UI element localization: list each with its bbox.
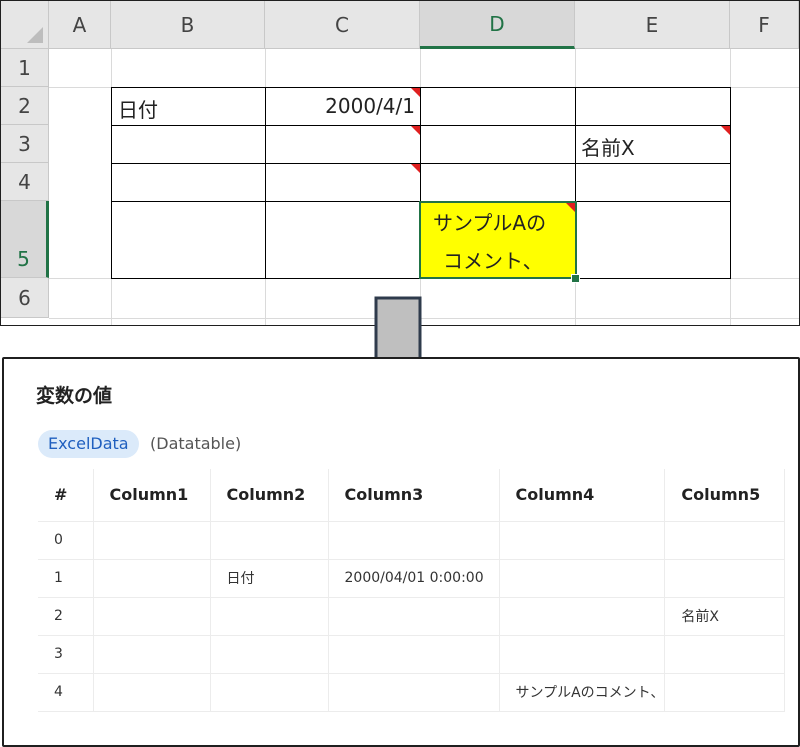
table-cell	[499, 521, 666, 560]
table-cell	[328, 673, 500, 712]
comment-marker-icon	[411, 88, 420, 97]
table-cell	[664, 559, 786, 598]
row-header-4[interactable]: 4	[1, 163, 49, 201]
row-header-1[interactable]: 1	[1, 49, 49, 87]
column-header[interactable]: Column3	[328, 469, 500, 522]
table-row: 2 名前X	[38, 597, 786, 636]
table-row: 0	[38, 521, 786, 560]
comment-marker-icon	[721, 126, 730, 135]
table-header-row: # Column1 Column2 Column3 Column4 Column…	[38, 469, 786, 522]
column-header[interactable]: Column5	[664, 469, 786, 522]
row-header-2[interactable]: 2	[1, 87, 49, 125]
column-header-b[interactable]: B	[111, 1, 265, 49]
cell-c5[interactable]	[265, 201, 421, 279]
table-cell: 4	[38, 673, 94, 712]
column-header[interactable]: Column4	[499, 469, 666, 522]
cell-e3[interactable]: 名前X	[575, 125, 731, 164]
fill-handle[interactable]	[571, 274, 580, 283]
column-header-e[interactable]: E	[575, 1, 730, 49]
cell-e4[interactable]	[575, 163, 731, 202]
cell-d2[interactable]	[420, 87, 576, 126]
variable-type-label: (Datatable)	[150, 434, 242, 453]
table-row: 1 日付 2000/04/01 0:00:00	[38, 559, 786, 598]
select-all-corner[interactable]	[1, 1, 49, 49]
table-row: 3	[38, 635, 786, 674]
table-cell	[499, 597, 666, 636]
cell-b3[interactable]	[111, 125, 266, 164]
cell-e3-text: 名前X	[581, 136, 635, 160]
table-cell	[664, 673, 786, 712]
cell-d5-text-line1: サンプルAの	[433, 211, 547, 235]
cell-d4[interactable]	[420, 163, 576, 202]
table-cell: 0	[38, 521, 94, 560]
table-cell	[664, 521, 786, 560]
table-cell: 3	[38, 635, 94, 674]
table-cell: 名前X	[664, 597, 786, 636]
table-cell: サンプルAのコメント、	[499, 673, 666, 712]
row-header-5[interactable]: 5	[1, 201, 49, 278]
variable-name-chip[interactable]: ExcelData	[38, 430, 139, 458]
column-header-c[interactable]: C	[265, 1, 420, 49]
excel-sheet: A B C D E F 1 2 3 4 5 6 日付 2000/4/1 名前X	[0, 0, 800, 326]
column-header-f[interactable]: F	[730, 1, 799, 49]
cell-b5[interactable]	[111, 201, 266, 279]
comment-marker-icon	[411, 164, 420, 173]
cell-e2[interactable]	[575, 87, 731, 126]
table-cell: 日付	[210, 559, 329, 598]
table-cell	[210, 635, 329, 674]
cell-c2[interactable]: 2000/4/1	[265, 87, 421, 126]
table-cell: 2000/04/01 0:00:00	[328, 559, 500, 598]
table-cell	[499, 635, 666, 674]
table-cell	[328, 521, 500, 560]
cell-b4[interactable]	[111, 163, 266, 202]
panel-title: 変数の値	[36, 385, 113, 407]
variable-value-panel: 変数の値 ExcelData (Datatable) # Column1 Col…	[2, 357, 800, 747]
table-cell	[210, 597, 329, 636]
cell-c2-text: 2000/4/1	[325, 94, 415, 118]
table-cell	[93, 521, 211, 560]
table-cell	[499, 559, 666, 598]
table-cell	[93, 597, 211, 636]
table-cell	[93, 635, 211, 674]
cell-b2[interactable]: 日付	[111, 87, 266, 126]
comment-marker-icon	[411, 126, 420, 135]
table-cell	[93, 559, 211, 598]
row-header-3[interactable]: 3	[1, 125, 49, 163]
row-header-6[interactable]: 6	[1, 278, 49, 318]
cell-c4[interactable]	[265, 163, 421, 202]
table-cell	[210, 673, 329, 712]
cell-d5-selected[interactable]: サンプルAの コメント、	[419, 201, 577, 279]
table-cell	[93, 673, 211, 712]
cell-c3[interactable]	[265, 125, 421, 164]
comment-marker-icon	[566, 203, 575, 212]
cell-b2-text: 日付	[118, 98, 158, 122]
table-cell	[328, 597, 500, 636]
table-cell: 2	[38, 597, 94, 636]
cell-e5[interactable]	[575, 201, 731, 279]
table-cell	[210, 521, 329, 560]
select-all-icon	[27, 27, 43, 43]
table-row: 4 サンプルAのコメント、	[38, 673, 786, 712]
datatable-grid: # Column1 Column2 Column3 Column4 Column…	[38, 469, 786, 712]
column-header-index[interactable]: #	[38, 469, 94, 522]
column-header-a[interactable]: A	[49, 1, 111, 49]
cell-d3[interactable]	[420, 125, 576, 164]
column-header[interactable]: Column1	[93, 469, 211, 522]
table-cell	[328, 635, 500, 674]
table-cell: 1	[38, 559, 94, 598]
column-header-d[interactable]: D	[420, 1, 575, 49]
column-header[interactable]: Column2	[210, 469, 329, 522]
table-cell	[664, 635, 786, 674]
cell-d5-text-line2: コメント、	[443, 249, 543, 273]
